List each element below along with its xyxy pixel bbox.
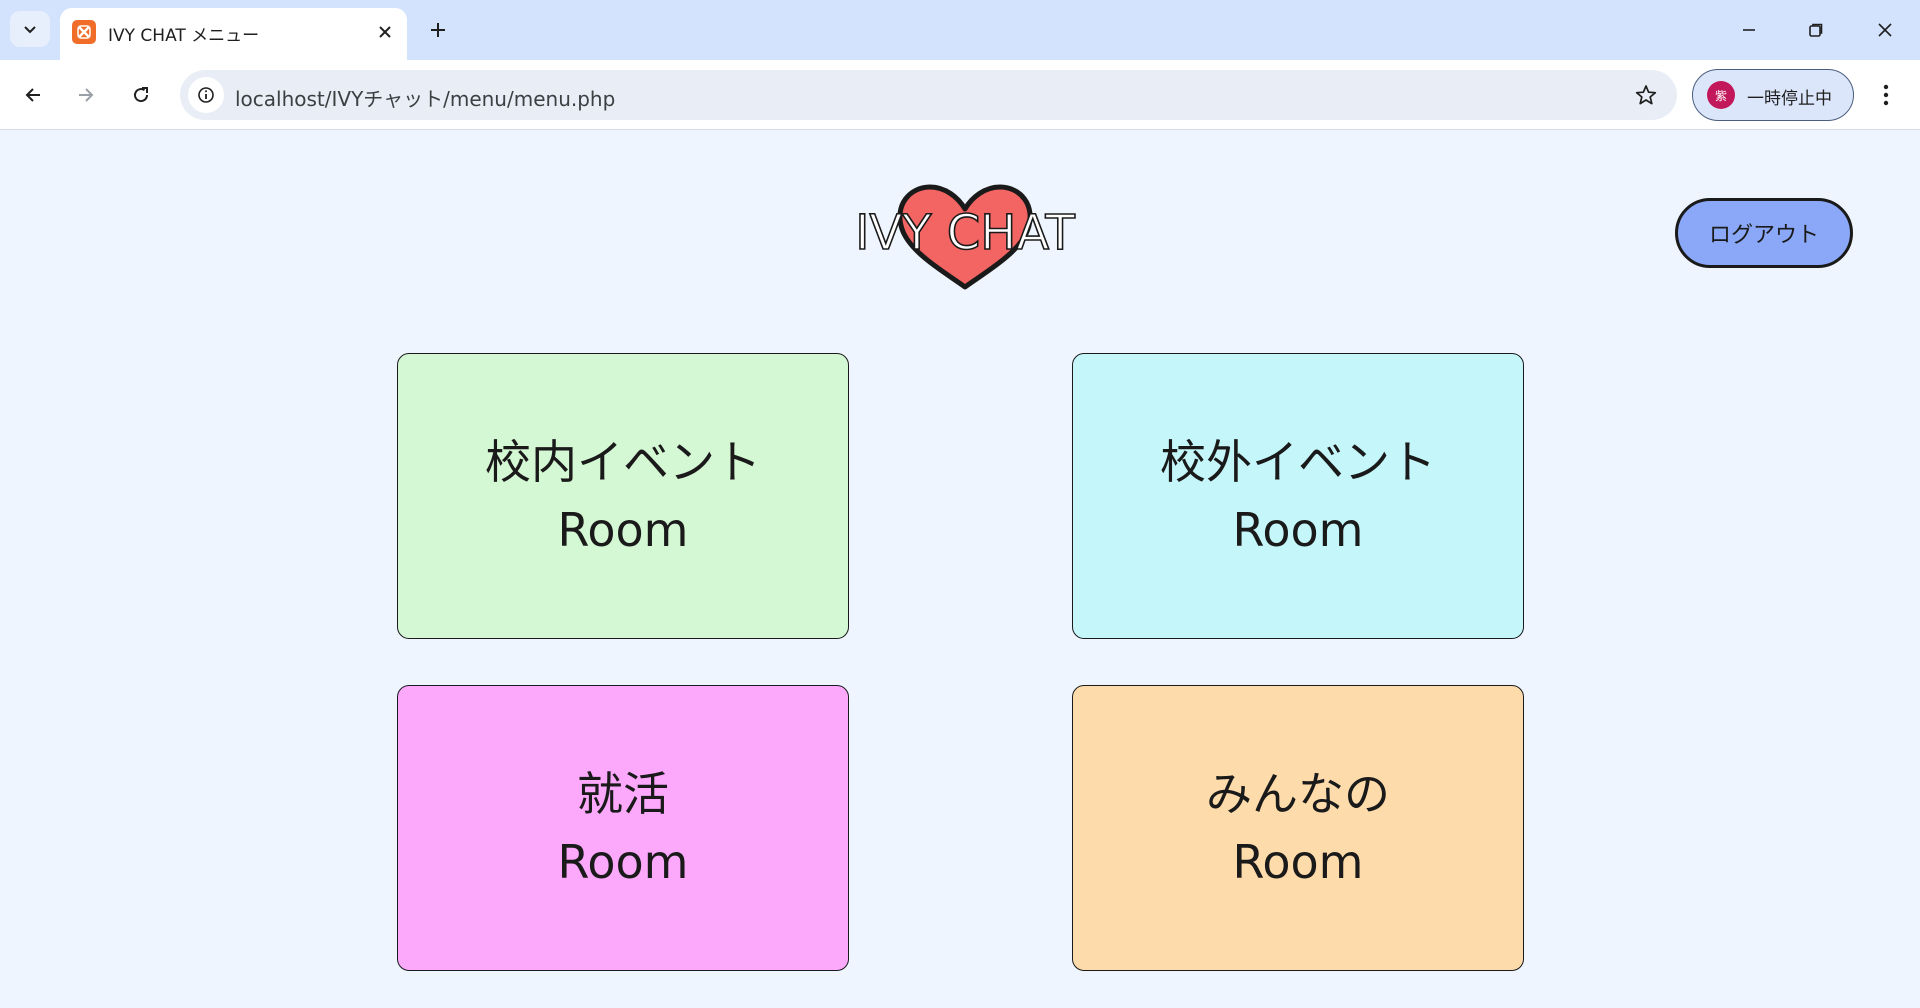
profile-button[interactable]: 紫 一時停止中 (1692, 69, 1854, 121)
room-suffix: Room (557, 503, 689, 557)
chevron-down-icon (24, 26, 36, 34)
room-card-offcampus-event[interactable]: 校外イベント Room (1072, 353, 1524, 639)
room-suffix: Room (557, 835, 689, 889)
room-card-job-hunting[interactable]: 就活 Room (397, 685, 849, 971)
minimize-icon (1743, 29, 1755, 31)
address-bar[interactable]: localhost/IVYチャット/menu/menu.php (180, 70, 1677, 120)
arrow-left-icon (25, 88, 40, 102)
bookmark-button[interactable] (1629, 78, 1663, 112)
profile-status-label: 一時停止中 (1747, 89, 1832, 109)
reload-icon (134, 87, 149, 103)
page-content: IVY CHAT ログアウト 校内イベント Room 校外イベント Room 就… (0, 131, 1920, 1008)
ivy-chat-logo: IVY CHAT (854, 184, 1076, 290)
room-suffix: Room (1232, 503, 1364, 557)
star-icon (1635, 85, 1657, 105)
browser-menu-button[interactable] (1866, 75, 1906, 115)
logout-button[interactable]: ログアウト (1675, 198, 1853, 268)
room-suffix: Room (1232, 835, 1364, 889)
minimize-button[interactable] (1724, 8, 1774, 52)
close-icon (1878, 23, 1892, 37)
tab-title: IVY CHAT メニュー (108, 26, 260, 46)
info-icon (198, 87, 214, 103)
room-name: 校内イベント (485, 435, 761, 489)
reload-button[interactable] (121, 75, 161, 115)
close-icon (379, 26, 391, 38)
tab-search-button[interactable] (10, 11, 50, 47)
forward-button[interactable] (66, 75, 106, 115)
restore-button[interactable] (1791, 8, 1841, 52)
arrow-right-icon (79, 88, 94, 102)
restore-icon (1809, 23, 1823, 37)
browser-toolbar: localhost/IVYチャット/menu/menu.php 紫 一時停止中 (0, 60, 1920, 130)
site-info-button[interactable] (188, 77, 224, 113)
tab-close-button[interactable] (373, 20, 397, 44)
new-tab-button[interactable] (420, 14, 456, 46)
browser-tab-strip: IVY CHAT メニュー (0, 0, 1920, 60)
room-card-campus-event[interactable]: 校内イベント Room (397, 353, 849, 639)
room-name: みんなの (1206, 767, 1390, 821)
logo-text: IVY CHAT (855, 205, 1075, 261)
url-text[interactable]: localhost/IVYチャット/menu/menu.php (235, 83, 615, 112)
more-vert-icon (1883, 84, 1889, 106)
avatar: 紫 (1707, 81, 1735, 109)
back-button[interactable] (13, 75, 53, 115)
room-name: 就活 (577, 767, 669, 821)
plus-icon (431, 23, 445, 37)
tab-active[interactable]: IVY CHAT メニュー (60, 8, 407, 60)
room-name: 校外イベント (1160, 435, 1436, 489)
close-window-button[interactable] (1860, 8, 1910, 52)
room-card-everyone[interactable]: みんなの Room (1072, 685, 1524, 971)
xampp-favicon-icon (72, 20, 96, 44)
